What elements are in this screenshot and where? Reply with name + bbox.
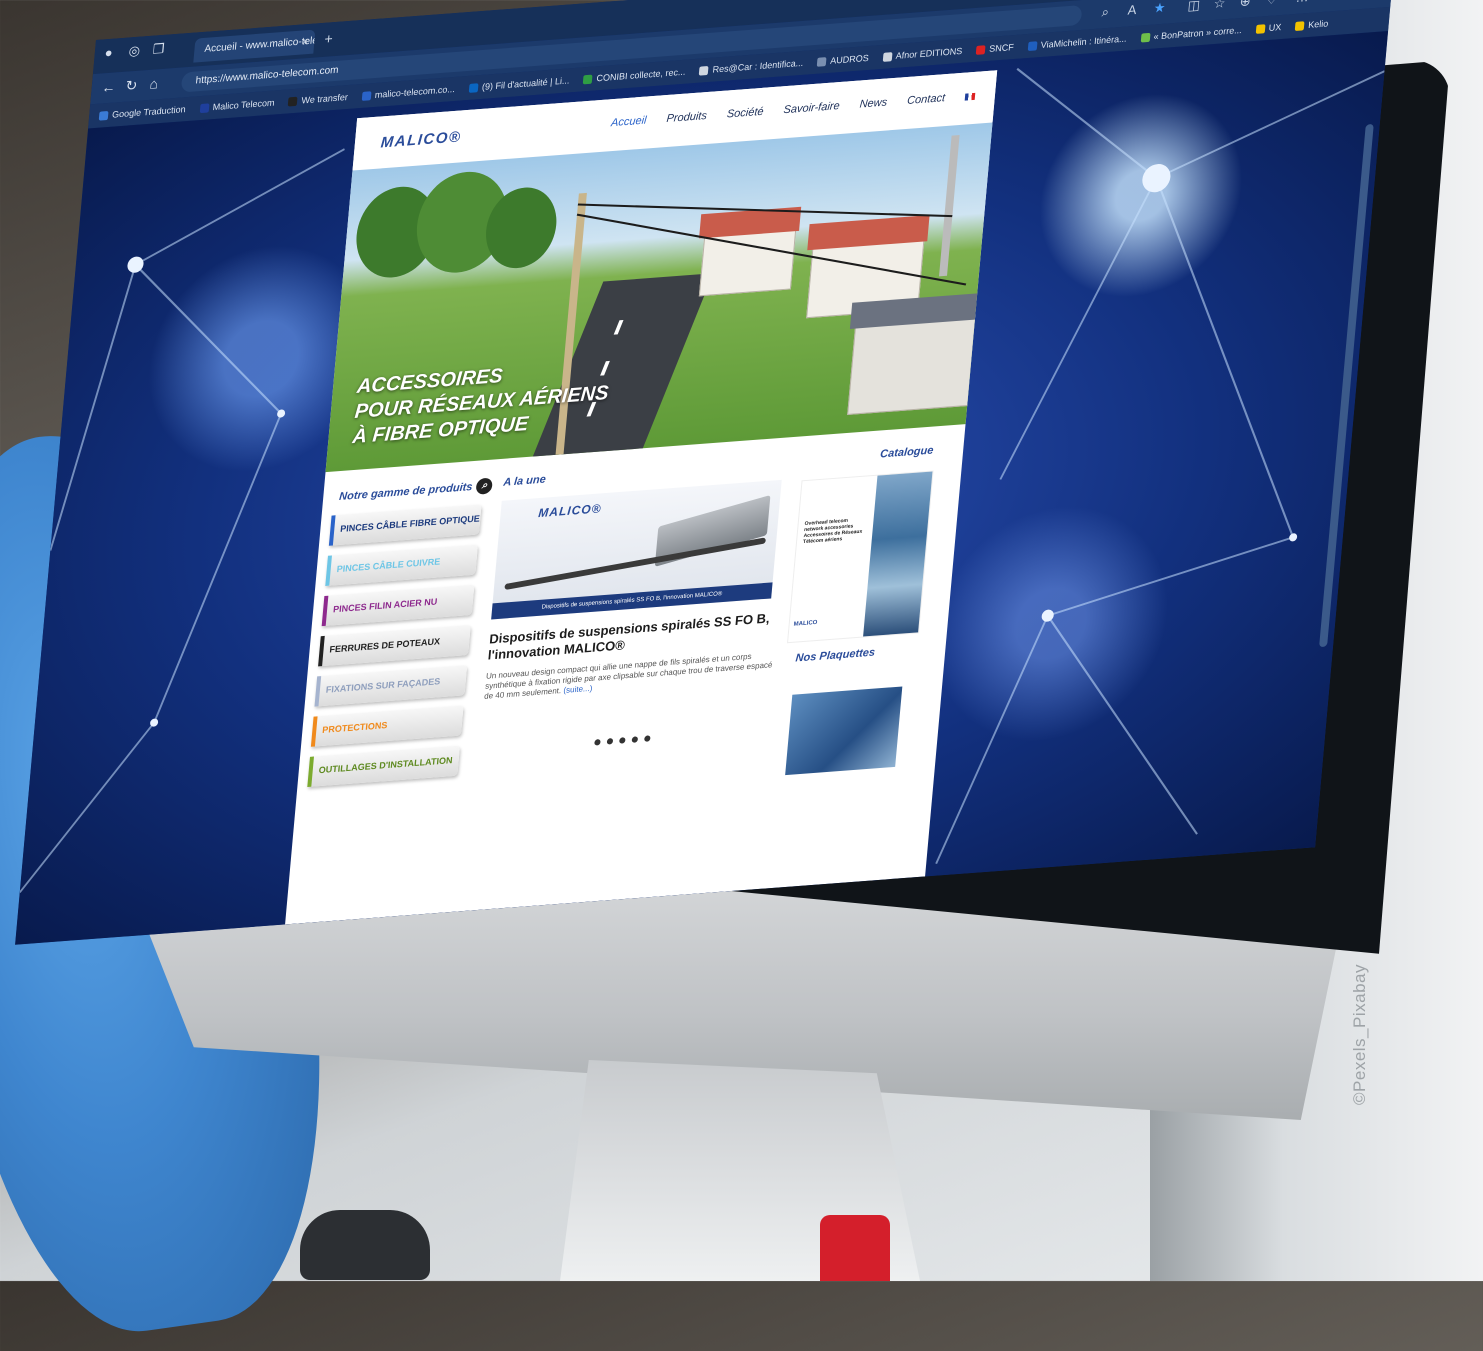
bookmark-malico-telecom[interactable]: Malico Telecom <box>199 97 275 113</box>
tab-close-icon[interactable]: × <box>301 30 310 55</box>
desk-object <box>820 1215 890 1281</box>
profile-icon[interactable]: ● <box>104 45 113 61</box>
nav-societe[interactable]: Société <box>726 106 764 121</box>
bookmark-icon <box>975 44 986 55</box>
nav-news[interactable]: News <box>859 96 888 110</box>
category-label: PROTECTIONS <box>321 720 388 735</box>
refresh-icon[interactable]: ↻ <box>125 77 138 95</box>
category-label: PINCES CÂBLE FIBRE OPTIQUE <box>339 513 481 534</box>
product-category-fixations[interactable]: FIXATIONS SUR FAÇADES <box>314 665 468 707</box>
nav-accueil[interactable]: Accueil <box>610 114 647 129</box>
malico-website: MALICO® Accueil Produits Société Savoir-… <box>283 70 998 943</box>
bookmark-icon <box>361 90 372 101</box>
new-tab-button[interactable]: + <box>324 30 334 47</box>
bookmark-linkedin[interactable]: (9) Fil d'actualité | Li... <box>468 75 570 93</box>
brochure-text: Overhead telecom network accessories Acc… <box>802 517 863 546</box>
bookmark-icon <box>288 96 298 106</box>
product-category-ferrures[interactable]: FERRURES DE POTEAUX <box>318 624 471 667</box>
plaquette-thumbnail[interactable] <box>785 686 903 776</box>
category-label: FERRURES DE POTEAUX <box>329 636 441 655</box>
bookmark-icon <box>98 110 109 121</box>
banner-logo: MALICO® <box>537 501 603 521</box>
hero-banner: ACCESSOIRES POUR RÉSEAUX AÉRIENS À FIBRE… <box>325 122 993 473</box>
read-aloud-icon[interactable]: A <box>1127 2 1137 18</box>
tab-title: Accueil - www.malico-telecom.c <box>203 33 316 55</box>
products-column: Notre gamme de produits ⌕ PINCES CÂBLE F… <box>297 477 494 788</box>
folder-icon <box>1255 23 1266 34</box>
mouse <box>300 1210 430 1280</box>
bookmark-icon <box>882 51 893 62</box>
nav-savoir-faire[interactable]: Savoir-faire <box>783 100 840 116</box>
bookmark-icon <box>816 56 827 67</box>
catalogue-column: Catalogue Overhead telecom network acces… <box>775 443 954 776</box>
product-category-filin[interactable]: PINCES FILIN ACIER NU <box>321 584 475 627</box>
bookmark-viamichelin[interactable]: ViaMichelin : Itinéra... <box>1027 34 1127 51</box>
screen: ● ◎ ❐ Accueil - www.malico-telecom.c × +… <box>15 0 1396 945</box>
catalogue-title: Catalogue <box>879 444 934 461</box>
cable-illustration <box>504 537 766 591</box>
bookmark-we-transfer[interactable]: We transfer <box>288 92 348 107</box>
category-label: PINCES FILIN ACIER NU <box>332 596 438 615</box>
product-category-outillages[interactable]: OUTILLAGES D'INSTALLATION <box>307 745 460 788</box>
split-screen-icon[interactable]: ◫ <box>1187 0 1201 14</box>
bookmark-rescar[interactable]: Res@Car : Identifica... <box>699 58 804 76</box>
bookmark-malico-telecom-co[interactable]: malico-telecom.co... <box>361 84 455 101</box>
house-illustration <box>847 313 978 416</box>
category-label: OUTILLAGES D'INSTALLATION <box>318 755 453 776</box>
bookmark-afnor[interactable]: Afnor EDITIONS <box>882 46 963 62</box>
bookmark-icon <box>583 74 593 84</box>
product-category-fibre[interactable]: PINCES CÂBLE FIBRE OPTIQUE <box>328 504 482 546</box>
news-banner[interactable]: MALICO® Dispositifs de suspensions spira… <box>491 479 782 620</box>
bookmark-ux[interactable]: UX <box>1255 22 1282 34</box>
category-label: FIXATIONS SUR FAÇADES <box>325 676 441 695</box>
brochure-photo <box>863 471 933 637</box>
plaquettes-title: Nos Plaquettes <box>795 646 876 665</box>
products-title: Notre gamme de produits ⌕ <box>338 477 494 505</box>
bookmark-icon <box>1294 20 1305 31</box>
home-icon[interactable]: ⌂ <box>149 75 159 92</box>
brochure-logo: MALICO <box>793 619 818 628</box>
more-menu-icon[interactable]: … <box>1295 0 1309 5</box>
bookmark-icon <box>199 102 210 113</box>
url-text: https://www.malico-telecom.com <box>195 64 339 87</box>
nav-produits[interactable]: Produits <box>666 110 707 125</box>
back-icon[interactable]: ← <box>101 78 116 95</box>
tab-accueil[interactable]: Accueil - www.malico-telecom.c × <box>193 29 316 63</box>
favorite-star-icon[interactable]: ★ <box>1153 0 1166 17</box>
product-category-cuivre[interactable]: PINCES CÂBLE CUIVRE <box>325 544 478 586</box>
favorites-icon[interactable]: ☆ <box>1213 0 1226 12</box>
pole-illustration <box>939 134 960 277</box>
page-icon <box>699 65 709 76</box>
product-category-protections[interactable]: PROTECTIONS <box>310 705 464 747</box>
bookmark-audros[interactable]: AUDROS <box>816 53 869 67</box>
linkedin-icon <box>468 82 479 93</box>
malico-logo[interactable]: MALICO® <box>380 128 462 151</box>
read-more-link[interactable]: (suite...) <box>563 684 593 695</box>
workspace-icon[interactable]: ◎ <box>128 43 141 60</box>
carousel-dots[interactable]: ●●●●● <box>479 720 770 758</box>
zoom-icon[interactable]: ⌕ <box>1101 4 1110 21</box>
bookmark-conibi[interactable]: CONIBI collecte, rec... <box>583 67 686 85</box>
site-nav: Accueil Produits Société Savoir-faire Ne… <box>610 90 976 129</box>
search-icon[interactable]: ⌕ <box>475 477 494 495</box>
collections-icon[interactable]: ⊕ <box>1239 0 1251 10</box>
page-viewport: MALICO® Accueil Produits Société Savoir-… <box>15 30 1389 945</box>
catalogue-brochure[interactable]: Overhead telecom network accessories Acc… <box>787 470 934 644</box>
bookmark-google-traduction[interactable]: Google Traduction <box>98 104 186 121</box>
bookmark-icon <box>1027 40 1038 51</box>
bookmark-sncf[interactable]: SNCF <box>975 42 1014 55</box>
photo-credit: ©Pexels_Pixabay <box>1350 964 1369 1105</box>
news-column: A la une MALICO® Dispositifs de suspensi… <box>479 455 794 758</box>
bookmark-bonpatron[interactable]: « BonPatron » corre... <box>1140 25 1242 43</box>
nav-contact[interactable]: Contact <box>907 92 946 107</box>
category-label: PINCES CÂBLE CUIVRE <box>336 556 441 575</box>
bookmark-icon <box>1140 32 1151 43</box>
tab-actions-icon[interactable]: ❐ <box>152 41 165 58</box>
extensions-icon[interactable]: ♡ <box>1265 0 1278 8</box>
bookmark-kelio[interactable]: Kelio <box>1294 18 1329 31</box>
language-flag-icon[interactable] <box>964 92 976 101</box>
